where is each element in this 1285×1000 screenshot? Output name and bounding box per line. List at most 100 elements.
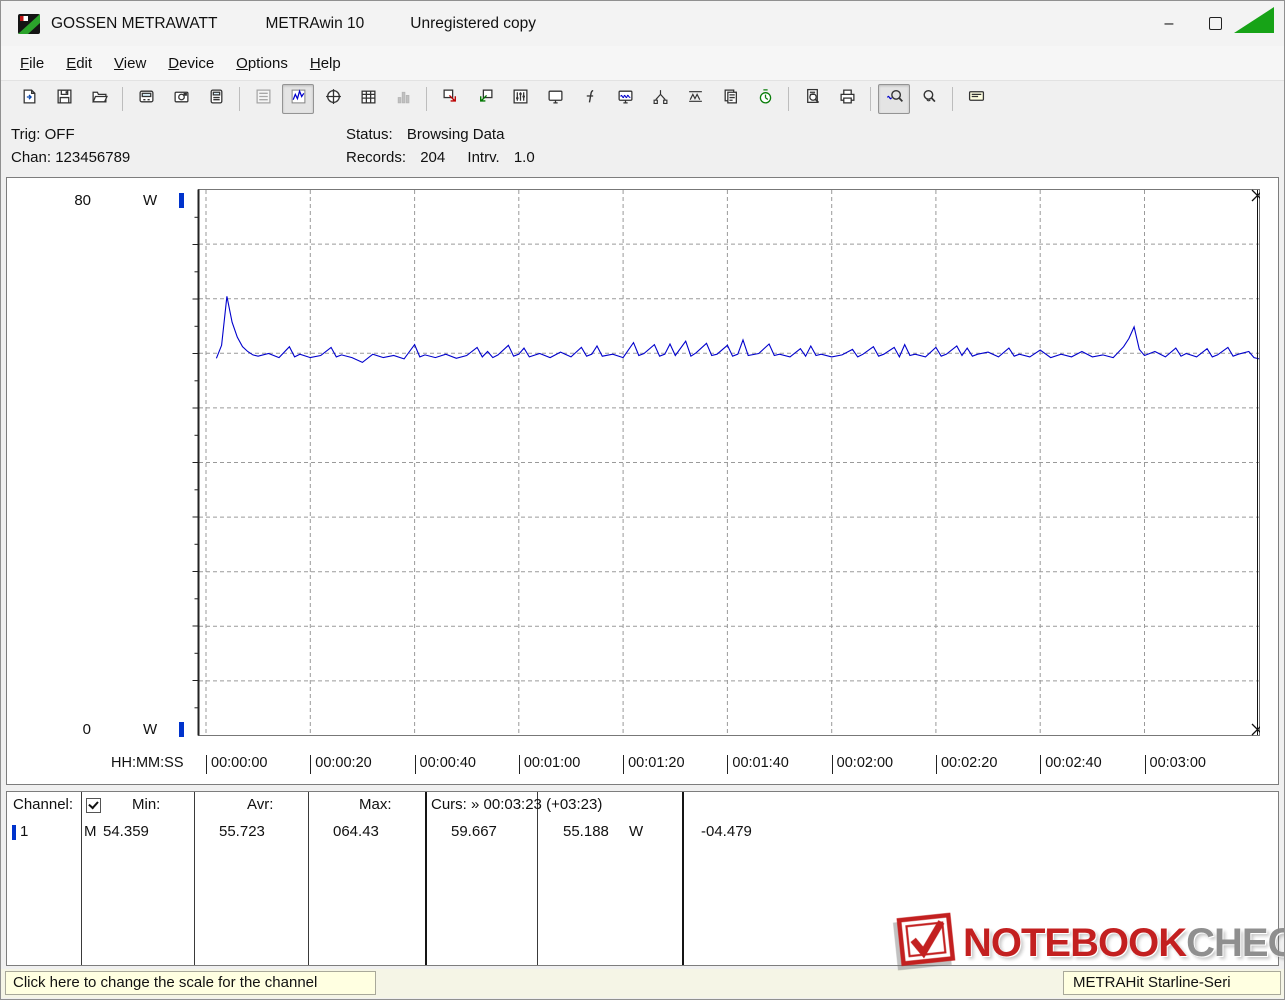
cell-channel-mode: M	[84, 823, 97, 840]
chart-panel: 80 W 0 W HH:MM:SS 00:00:0000:00:2000:00:…	[6, 177, 1279, 785]
annotation-button[interactable]	[960, 84, 992, 114]
table-header-cursor: Curs: » 00:03:23 (+03:23)	[431, 796, 602, 813]
table-column-divider	[425, 792, 427, 965]
menu-help[interactable]: Help	[299, 50, 352, 77]
numeric-view-button	[247, 84, 279, 114]
split-channels-button[interactable]	[644, 84, 676, 114]
scope-view-icon	[325, 88, 342, 110]
channel-color-marker	[12, 825, 16, 840]
cell-min-value: 54.359	[103, 823, 149, 840]
data-download-button[interactable]	[434, 84, 466, 114]
interval-value: 1.0	[514, 149, 535, 166]
interval-timer-icon	[757, 88, 774, 110]
file-import-button[interactable]	[13, 84, 45, 114]
cell-delta-value: -04.479	[701, 823, 752, 840]
print-button[interactable]	[831, 84, 863, 114]
formula-icon	[582, 88, 599, 110]
table-column-divider	[81, 792, 82, 965]
print-preview-button[interactable]	[796, 84, 828, 114]
x-axis-ticks: 00:00:0000:00:2000:00:4000:01:0000:01:20…	[7, 755, 1278, 777]
limits-envelope-button[interactable]	[679, 84, 711, 114]
trigger-status: Trig: OFF	[11, 123, 130, 146]
histogram-view-icon	[395, 88, 412, 110]
meter-snapshot-button[interactable]	[165, 84, 197, 114]
menu-file[interactable]: File	[9, 50, 55, 77]
meter-display-icon	[138, 88, 155, 110]
cell-max-value: 064.43	[333, 823, 379, 840]
table-header-channel: Channel:	[13, 796, 73, 813]
x-tick-label: 00:00:20	[310, 755, 371, 774]
file-open-button[interactable]	[83, 84, 115, 114]
meter-snapshot-icon	[173, 88, 190, 110]
toolbar	[1, 81, 1284, 117]
channel-mixer-button[interactable]	[504, 84, 536, 114]
meter-setup-button[interactable]	[200, 84, 232, 114]
minimize-button[interactable]: –	[1146, 1, 1192, 46]
channel-color-marker	[179, 193, 184, 208]
data-upload-button[interactable]	[469, 84, 501, 114]
interval-timer-button[interactable]	[749, 84, 781, 114]
maximize-button[interactable]	[1192, 1, 1238, 46]
y-axis-unit-top: W	[143, 192, 157, 209]
scope-view-button[interactable]	[317, 84, 349, 114]
zoom-curve-button[interactable]	[878, 84, 910, 114]
monitor-view-icon	[547, 88, 564, 110]
line-chart-view-icon	[290, 88, 307, 110]
x-tick-label: 00:02:40	[1040, 755, 1101, 774]
monitor-view-button[interactable]	[539, 84, 571, 114]
data-download-icon	[442, 88, 459, 110]
print-icon	[839, 88, 856, 110]
table-view-icon	[360, 88, 377, 110]
toolbar-separator	[239, 87, 240, 111]
x-tick-label: 00:00:40	[415, 755, 476, 774]
zoom-pointer-button[interactable]	[913, 84, 945, 114]
toolbar-corner-triangle-icon	[1234, 7, 1274, 33]
toolbar-separator	[870, 87, 871, 111]
y-axis-min-label: 0	[55, 721, 91, 738]
title-brand: GOSSEN METRAWATT	[51, 15, 217, 33]
trigger-channel-info: Trig: OFF Chan: 123456789	[11, 123, 130, 169]
menu-edit[interactable]: Edit	[55, 50, 103, 77]
report-pages-icon	[722, 88, 739, 110]
scale-hint-message[interactable]: Click here to change the scale for the c…	[5, 971, 376, 995]
table-column-divider	[308, 792, 309, 965]
toolbar-separator	[426, 87, 427, 111]
numeric-view-icon	[255, 88, 272, 110]
maximize-icon	[1209, 17, 1222, 30]
x-tick-label: 00:01:20	[623, 755, 684, 774]
power-chart-plot[interactable]	[188, 189, 1260, 736]
table-view-button[interactable]	[352, 84, 384, 114]
title-license: Unregistered copy	[410, 15, 536, 33]
menu-view[interactable]: View	[103, 50, 157, 77]
channel-visibility-checkbox[interactable]	[86, 798, 101, 813]
x-tick-label: 00:02:20	[936, 755, 997, 774]
x-tick-label: 00:02:00	[832, 755, 893, 774]
app-logo-icon	[17, 12, 41, 36]
status-bar: Click here to change the scale for the c…	[1, 969, 1284, 998]
x-tick-label: 00:00:00	[206, 755, 267, 774]
records-label: Records:	[346, 149, 406, 166]
cell-unit: W	[629, 823, 643, 840]
live-monitor-button[interactable]	[609, 84, 641, 114]
report-pages-button[interactable]	[714, 84, 746, 114]
cell-cursor-a-value: 59.667	[451, 823, 497, 840]
file-open-icon	[91, 88, 108, 110]
print-preview-icon	[804, 88, 821, 110]
status-records-info: Status: Browsing Data Records: 204 Intrv…	[346, 123, 535, 169]
menu-bar: FileEditViewDeviceOptionsHelp	[1, 46, 1284, 81]
menu-options[interactable]: Options	[225, 50, 299, 77]
zoom-pointer-icon	[921, 88, 938, 110]
file-save-icon	[56, 88, 73, 110]
toolbar-separator	[788, 87, 789, 111]
cell-channel-number: 1	[20, 823, 28, 840]
meter-display-button[interactable]	[130, 84, 162, 114]
file-save-button[interactable]	[48, 84, 80, 114]
table-header-max: Max:	[359, 796, 392, 813]
y-axis-max-label: 80	[55, 192, 91, 209]
x-tick-label: 00:03:00	[1145, 755, 1206, 774]
menu-device[interactable]: Device	[157, 50, 225, 77]
interval-label: Intrv.	[467, 149, 499, 166]
limits-envelope-icon	[687, 88, 704, 110]
line-chart-view-button[interactable]	[282, 84, 314, 114]
formula-button[interactable]	[574, 84, 606, 114]
